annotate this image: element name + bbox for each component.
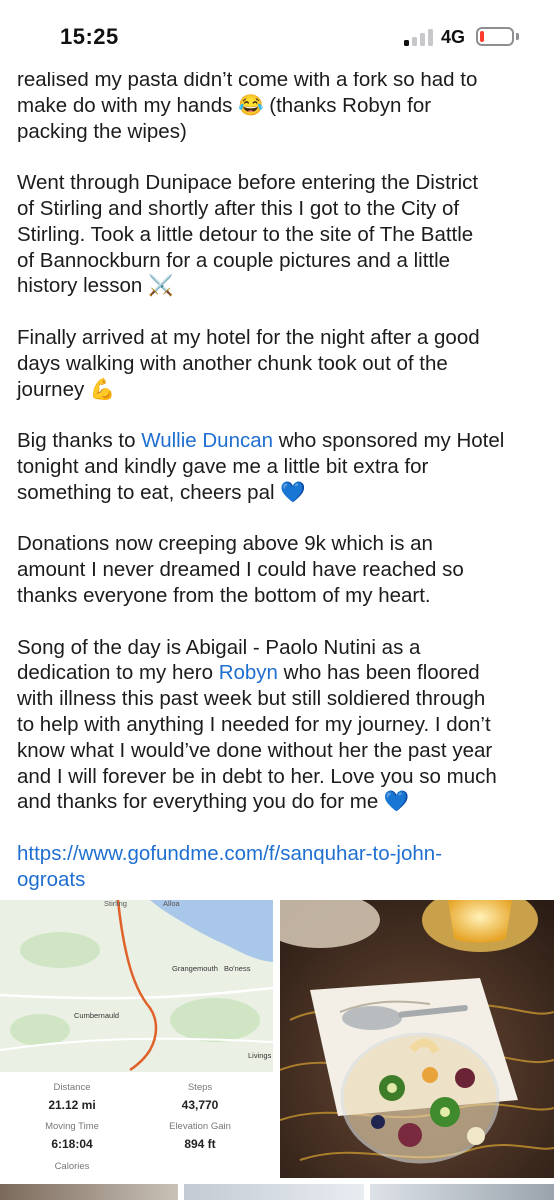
map-label: Alloa bbox=[163, 900, 181, 908]
battery-icon bbox=[476, 27, 514, 46]
photo-blueberry bbox=[371, 1115, 385, 1129]
text-line: Donations now creeping above 9k which is… bbox=[17, 532, 433, 556]
photo-thumbnail[interactable] bbox=[184, 1184, 364, 1200]
stat-label: Distance bbox=[53, 1082, 91, 1093]
text-line: of Bannockburn for a couple pictures and… bbox=[17, 248, 451, 272]
text-fragment: Big thanks to bbox=[17, 429, 142, 453]
text-fragment: dedication to my hero bbox=[17, 661, 219, 685]
text-line: packing the wipes) bbox=[17, 119, 187, 143]
text-line: Stirling. Took a little detour to the si… bbox=[17, 222, 474, 246]
battery-tip bbox=[516, 33, 519, 40]
text-line: journey 💪 bbox=[17, 377, 116, 401]
photo-spoon bbox=[342, 1006, 402, 1030]
more-photos-strip bbox=[0, 1184, 554, 1200]
stat-value: 43,770 bbox=[181, 1098, 219, 1112]
cellular-signal-icon bbox=[404, 28, 434, 46]
post-paragraph: Big thanks to Wullie Duncan who sponsore… bbox=[17, 428, 542, 505]
text-line: history lesson ⚔️ bbox=[17, 274, 174, 298]
photo-grape bbox=[455, 1068, 475, 1088]
photo-thumbnail[interactable] bbox=[370, 1184, 554, 1200]
stat-distance: Distance 21.12 mi bbox=[12, 1082, 132, 1112]
route-map-attachment[interactable]: Stirling Alloa Grangemouth Bo'ness Cumbe… bbox=[0, 900, 273, 1178]
status-time: 15:25 bbox=[60, 24, 119, 49]
map-park bbox=[10, 1014, 70, 1046]
post-body: realised my pasta didn’t come with a for… bbox=[17, 67, 542, 893]
photo-grape bbox=[398, 1123, 422, 1147]
post-paragraph: Donations now creeping above 9k which is… bbox=[17, 531, 542, 608]
stat-value: 21.12 mi bbox=[48, 1098, 96, 1112]
mention-link-robyn[interactable]: Robyn bbox=[219, 661, 278, 684]
stat-steps: Steps 43,770 bbox=[140, 1082, 260, 1112]
stat-calories: Calories bbox=[12, 1161, 132, 1172]
text-line: tonight and kindly gave me a little bit … bbox=[17, 454, 429, 478]
post-paragraph: realised my pasta didn’t come with a for… bbox=[17, 67, 542, 144]
text-line: to help with anything I needed for my jo… bbox=[17, 712, 491, 736]
map-park bbox=[20, 932, 100, 968]
stat-label: Moving Time bbox=[45, 1121, 99, 1132]
post-paragraph: Went through Dunipace before entering th… bbox=[17, 170, 542, 299]
text-line: and I will forever be in debt to her. Lo… bbox=[17, 764, 497, 788]
post-paragraph: Song of the day is Abigail - Paolo Nutin… bbox=[17, 635, 542, 816]
photo-banana bbox=[467, 1127, 485, 1145]
text-line: Went through Dunipace before entering th… bbox=[17, 171, 479, 195]
text-line: and thanks for everything you do for me … bbox=[17, 790, 410, 814]
text-fragment: who sponsored my Hotel bbox=[273, 429, 505, 453]
gofundme-link[interactable]: https://www.gofundme.com/f/sanquhar-to-j… bbox=[17, 841, 542, 893]
stat-value: 894 ft bbox=[184, 1137, 216, 1151]
photo-juice-glass bbox=[448, 900, 512, 943]
text-line: dedication to my hero Robyn who has been… bbox=[17, 660, 542, 686]
post-paragraph: Finally arrived at my hotel for the nigh… bbox=[17, 325, 542, 402]
route-map: Stirling Alloa Grangemouth Bo'ness Cumbe… bbox=[0, 900, 273, 1072]
map-label: Livings bbox=[248, 1051, 272, 1060]
stat-label: Steps bbox=[187, 1082, 213, 1093]
text-line: know what I would’ve done without her th… bbox=[17, 738, 493, 762]
stat-elevation-gain: Elevation Gain 894 ft bbox=[140, 1121, 260, 1151]
text-line: with illness this past week but still so… bbox=[17, 687, 486, 711]
text-fragment: who has been floored bbox=[277, 661, 480, 685]
text-line: Song of the day is Abigail - Paolo Nutin… bbox=[17, 635, 421, 659]
link-line[interactable]: ogroats bbox=[17, 867, 542, 893]
map-park bbox=[170, 998, 260, 1042]
stat-value: 6:18:04 bbox=[51, 1137, 93, 1151]
text-line: make do with my hands 😂 (thanks Robyn fo… bbox=[17, 93, 432, 117]
photo-thumbnail[interactable] bbox=[0, 1184, 178, 1200]
map-label: Bo'ness bbox=[224, 964, 251, 973]
mention-link-wullie-duncan[interactable]: Wullie Duncan bbox=[141, 429, 273, 452]
map-label: Stirling bbox=[104, 900, 127, 908]
stat-moving-time: Moving Time 6:18:04 bbox=[12, 1121, 132, 1151]
status-bar: 15:25 4G bbox=[0, 0, 554, 72]
map-label: Cumbernauld bbox=[74, 1011, 119, 1020]
text-line: thanks everyone from the bottom of my he… bbox=[17, 583, 431, 607]
network-type: 4G bbox=[441, 27, 466, 47]
photo-melon bbox=[422, 1067, 438, 1083]
text-line: Big thanks to Wullie Duncan who sponsore… bbox=[17, 428, 542, 454]
text-line: days walking with another chunk took out… bbox=[17, 351, 448, 375]
food-photo-attachment[interactable] bbox=[280, 900, 554, 1178]
activity-stats: Distance 21.12 mi Steps 43,770 Moving Ti… bbox=[0, 1072, 273, 1178]
stat-label: Elevation Gain bbox=[169, 1121, 231, 1132]
text-line: Finally arrived at my hotel for the nigh… bbox=[17, 325, 480, 349]
map-label: Grangemouth bbox=[172, 964, 218, 973]
text-line: something to eat, cheers pal 💙 bbox=[17, 480, 306, 504]
link-line[interactable]: https://www.gofundme.com/f/sanquhar-to-j… bbox=[17, 841, 542, 867]
photo-attachments: Stirling Alloa Grangemouth Bo'ness Cumbe… bbox=[0, 900, 554, 1200]
text-line: of Stirling and shortly after this I got… bbox=[17, 196, 460, 220]
text-line: amount I never dreamed I could have reac… bbox=[17, 558, 464, 582]
fruit-salad-photo bbox=[280, 900, 554, 1178]
stat-label: Calories bbox=[54, 1161, 90, 1172]
